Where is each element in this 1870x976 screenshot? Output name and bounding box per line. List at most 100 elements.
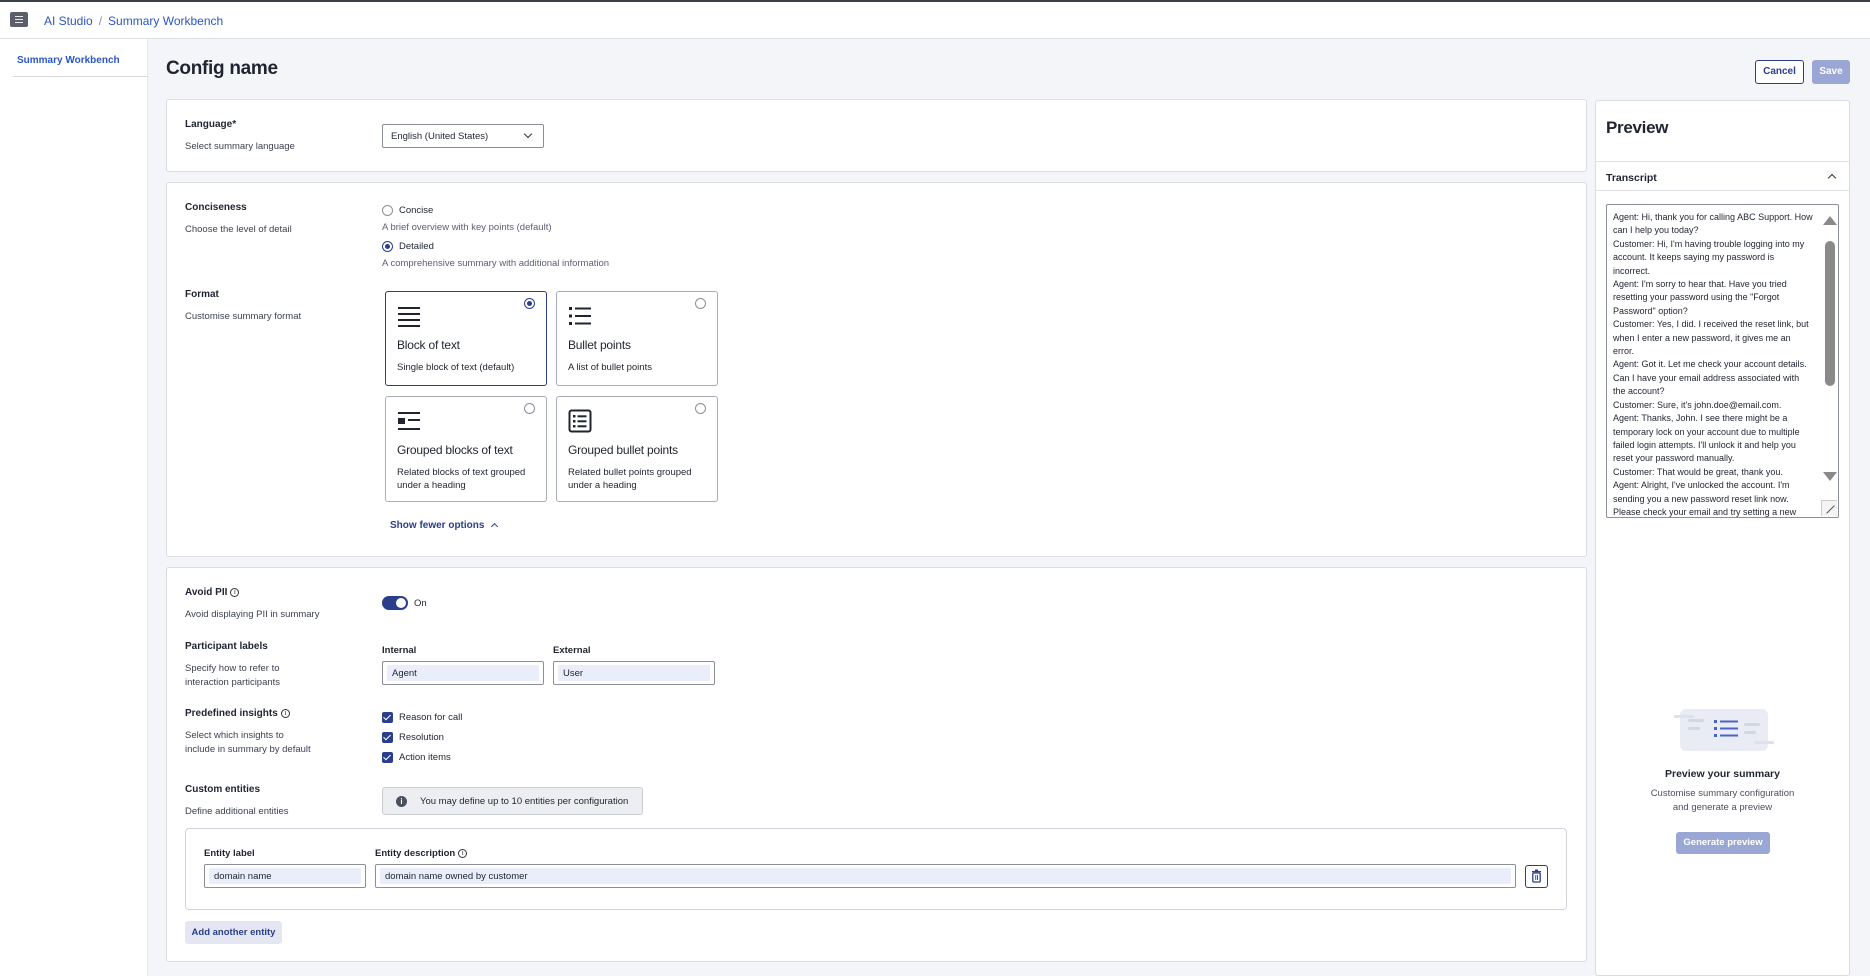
predefined-insights-label-text: Predefined insights — [185, 708, 278, 719]
resolution-label[interactable]: Resolution — [399, 732, 444, 743]
custom-entities-description: Define additional entities — [185, 806, 289, 817]
scroll-up-arrow-icon[interactable] — [1823, 216, 1837, 225]
preview-panel: Preview Transcript Agent: Hi, thank you … — [1595, 100, 1850, 976]
transcript-accordion-header[interactable]: Transcript — [1596, 161, 1849, 191]
external-input[interactable]: User — [553, 661, 715, 685]
transcript-tab-label: Transcript — [1606, 172, 1657, 184]
action-items-checkbox[interactable] — [382, 752, 393, 763]
info-icon[interactable]: i — [230, 588, 240, 597]
avoid-pii-label-text: Avoid PII — [185, 587, 228, 598]
concise-radio-label[interactable]: Concise — [399, 205, 433, 216]
format-label: Format — [185, 289, 219, 300]
language-label: Language* — [185, 119, 237, 130]
preview-title: Preview — [1606, 118, 1669, 137]
transcript-text: Agent: Hi, thank you for calling ABC Sup… — [1613, 212, 1813, 517]
external-label: External — [553, 645, 591, 656]
avoid-pii-state: On — [414, 598, 427, 609]
chevron-up-icon[interactable] — [1827, 173, 1837, 183]
grouped-bullets-radio[interactable] — [695, 403, 706, 414]
entity-description-title-text: Entity description — [375, 848, 456, 859]
preview-empty-subtitle: Customise summary configuration and gene… — [1596, 787, 1849, 815]
entity-limit-info: i You may define up to 10 entities per c… — [382, 787, 643, 815]
preview-empty-subtitle-text: Customise summary configuration and gene… — [1650, 788, 1795, 813]
chevron-up-icon — [491, 522, 499, 531]
bullet-points-radio[interactable] — [695, 298, 706, 309]
conciseness-format-card — [166, 182, 1587, 557]
breadcrumb-separator: / — [98, 14, 103, 28]
preview-empty-title: Preview your summary — [1665, 768, 1780, 780]
detailed-radio-label[interactable]: Detailed — [399, 241, 434, 252]
chevron-down-icon — [523, 129, 533, 139]
info-icon[interactable]: i — [280, 709, 290, 718]
conciseness-description: Choose the level of detail — [185, 224, 292, 235]
cancel-button[interactable]: Cancel — [1755, 60, 1804, 84]
format-option-bullet-points[interactable]: Bullet points A list of bullet points — [556, 291, 718, 386]
language-card — [166, 99, 1587, 172]
resolution-checkbox[interactable] — [382, 732, 393, 743]
format-option-grouped-blocks[interactable]: Grouped blocks of text Related blocks of… — [385, 396, 547, 502]
grouped-blocks-radio[interactable] — [524, 403, 535, 414]
language-select-value: English (United States) — [391, 131, 489, 142]
hamburger-menu-icon[interactable] — [10, 12, 28, 27]
internal-input[interactable]: Agent — [382, 661, 544, 685]
show-fewer-options-label: Show fewer options — [390, 520, 485, 531]
entity-limit-text: You may define up to 10 entities per con… — [420, 796, 629, 807]
format-option-title: Grouped blocks of text — [397, 443, 513, 457]
info-icon[interactable]: i — [458, 849, 468, 858]
format-option-grouped-bullets[interactable]: Grouped bullet points Related bullet poi… — [556, 396, 718, 502]
show-fewer-options-link[interactable]: Show fewer options — [390, 520, 499, 531]
concise-hint: A brief overview with key points (defaul… — [382, 222, 552, 233]
format-option-block-of-text[interactable]: Block of text Single block of text (defa… — [385, 291, 547, 386]
action-items-label[interactable]: Action items — [399, 752, 451, 763]
save-button[interactable]: Save — [1812, 60, 1850, 84]
avoid-pii-toggle[interactable] — [382, 596, 408, 610]
internal-label: Internal — [382, 645, 417, 656]
grouped-text-icon — [398, 412, 420, 430]
reason-for-call-checkbox[interactable] — [382, 712, 393, 723]
transcript-textarea[interactable]: Agent: Hi, thank you for calling ABC Sup… — [1606, 204, 1839, 518]
conciseness-label: Conciseness — [185, 202, 247, 213]
scroll-down-arrow-icon[interactable] — [1823, 472, 1837, 481]
entity-description-title: Entity description i — [375, 848, 468, 859]
breadcrumb-root-link[interactable]: AI Studio — [44, 14, 93, 28]
format-option-description: Related blocks of text grouped under a h… — [397, 467, 526, 491]
breadcrumb: AI Studio / Summary Workbench — [44, 14, 223, 28]
resize-handle-icon[interactable] — [1821, 500, 1837, 516]
entity-description-value: domain name owned by customer — [380, 868, 1511, 884]
format-description: Customise summary format — [185, 311, 302, 322]
block-text-icon — [398, 307, 420, 327]
format-option-description: Related bullet points grouped under a he… — [568, 467, 692, 491]
sidebar: Summary Workbench — [0, 39, 148, 976]
block-of-text-radio[interactable] — [524, 298, 535, 309]
entity-description-input[interactable]: domain name owned by customer — [375, 864, 1516, 888]
detailed-hint: A comprehensive summary with additional … — [382, 258, 610, 269]
custom-entities-label: Custom entities — [185, 784, 261, 795]
add-another-entity-button[interactable]: Add another entity — [185, 921, 282, 944]
generate-preview-button[interactable]: Generate preview — [1676, 832, 1770, 854]
entity-label-value: domain name — [209, 868, 361, 884]
reason-for-call-label[interactable]: Reason for call — [399, 712, 462, 723]
scroll-thumb[interactable] — [1825, 241, 1835, 386]
summary-preview-illustration-icon — [1674, 709, 1774, 751]
sidebar-item-summary-workbench[interactable]: Summary Workbench — [13, 55, 148, 77]
grouped-bullets-icon — [568, 409, 592, 433]
breadcrumb-current-link[interactable]: Summary Workbench — [108, 14, 223, 28]
participant-labels-description: Specify how to refer to interaction part… — [185, 663, 281, 688]
format-option-title: Block of text — [397, 338, 460, 352]
entity-label-input[interactable]: domain name — [204, 864, 366, 888]
detailed-radio[interactable] — [382, 241, 393, 252]
internal-input-value: Agent — [387, 665, 539, 681]
predefined-insights-description: Select which insights to include in summ… — [185, 730, 311, 755]
language-select[interactable]: English (United States) — [382, 124, 544, 148]
predefined-insights-label: Predefined insights i — [185, 708, 290, 719]
info-icon: i — [396, 796, 407, 807]
avoid-pii-description: Avoid displaying PII in summary — [185, 609, 320, 620]
format-option-description: Single block of text (default) — [397, 362, 515, 373]
page-title: Config name — [166, 58, 278, 79]
format-option-title: Bullet points — [568, 338, 631, 352]
delete-entity-button[interactable] — [1525, 865, 1548, 888]
avoid-pii-label: Avoid PII i — [185, 587, 240, 598]
transcript-scrollbar[interactable] — [1821, 206, 1837, 494]
external-input-value: User — [558, 665, 710, 681]
concise-radio[interactable] — [382, 205, 393, 216]
